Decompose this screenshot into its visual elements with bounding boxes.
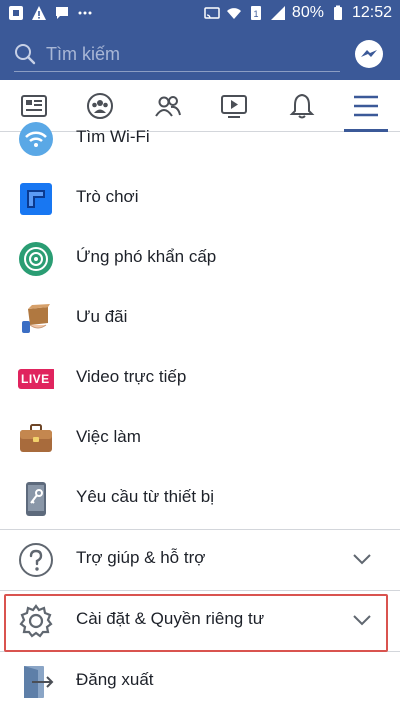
menu-item-label: Yêu cầu từ thiết bị [76,487,215,506]
highlight-box [4,594,388,652]
sim-icon: 1 [250,6,261,20]
games-icon [20,183,52,215]
logout-icon [24,666,54,698]
notification-icon [9,6,23,20]
svg-text:1: 1 [253,9,258,19]
menu-item-label: Trợ giúp & hỗ trợ [76,548,206,567]
menu-item-offers[interactable]: Ưu đãi [0,289,400,349]
menu-item-games[interactable]: Trò chơi [0,169,400,229]
menu-item-label: Trò chơi [76,187,139,206]
messenger-icon[interactable] [354,39,384,69]
search-icon [15,44,36,65]
menu-item-label: Video trực tiếp [76,367,187,386]
cast-icon [204,7,220,19]
device-key-icon [26,482,46,516]
menu-item-crisis-response[interactable]: Ứng phó khẩn cấp [0,229,400,289]
signal-icon [270,6,285,20]
search-placeholder: Tìm kiếm [46,43,120,64]
help-icon [19,543,53,577]
menu-item-logout[interactable]: Đăng xuất [0,652,400,711]
search-underline [14,71,340,72]
battery-level: 80% [291,4,324,21]
more-icon [78,11,92,15]
wifi-icon [19,122,53,156]
menu-item-label: Đăng xuất [76,670,154,689]
menu-item-find-wifi[interactable]: Tìm Wi-Fi [0,109,400,169]
warning-icon [32,6,46,20]
clock: 12:52 [351,4,392,21]
chevron-down-icon[interactable] [352,552,372,566]
search-input[interactable]: Tìm kiếm [14,38,340,70]
briefcase-icon [20,424,52,452]
menu-item-live-video[interactable]: LIVE Video trực tiếp [0,349,400,409]
menu-item-jobs[interactable]: Việc làm [0,409,400,469]
menu-item-help-support[interactable]: Trợ giúp & hỗ trợ [0,530,400,590]
menu-item-label: Ứng phó khẩn cấp [76,247,217,266]
battery-icon [333,5,342,20]
menu-item-label: Ưu đãi [76,307,128,326]
offers-icon [22,304,50,333]
search-bar: Tìm kiếm [0,28,400,80]
wifi-status-icon [226,8,241,19]
live-badge-text: LIVE [21,372,50,386]
message-icon [56,7,68,19]
status-bar: 1 80% 12:52 [0,0,400,28]
menu-item-device-requests[interactable]: Yêu cầu từ thiết bị [0,469,400,529]
crisis-response-icon [19,242,53,276]
menu-item-label: Tìm Wi-Fi [76,127,150,146]
menu-item-label: Việc làm [76,427,141,446]
